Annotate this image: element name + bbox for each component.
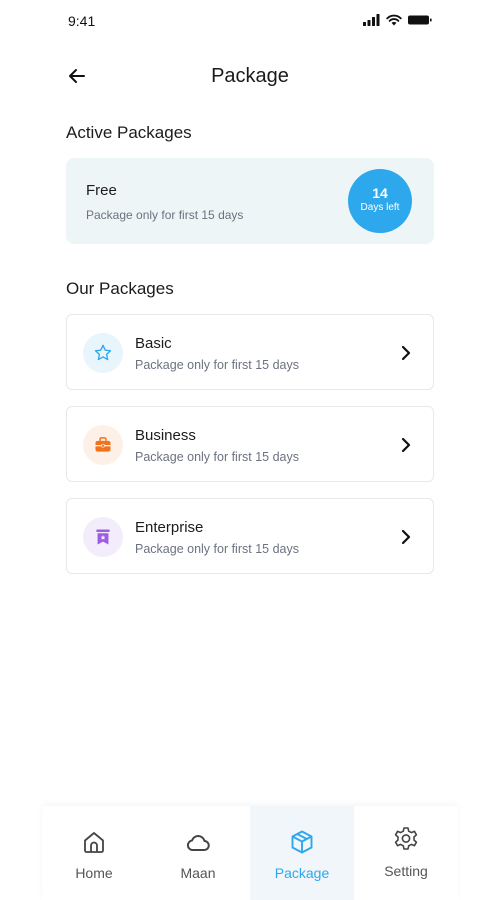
package-description: Package only for first 15 days [135, 358, 299, 372]
nav-label-home: Home [75, 865, 113, 881]
nav-label-maan: Maan [180, 865, 216, 881]
nav-item-maan[interactable]: Maan [146, 806, 250, 900]
chevron-right-icon [401, 437, 411, 453]
active-package-card[interactable]: Free Package only for first 15 days 14 D… [66, 158, 434, 244]
phone-screen: 9:41 Package Active Packages Free Packag… [42, 0, 458, 900]
status-icons [363, 14, 432, 26]
package-description: Package only for first 15 days [135, 542, 299, 556]
box-icon [291, 830, 313, 854]
package-name: Enterprise [135, 519, 204, 536]
nav-item-home[interactable]: Home [42, 806, 146, 900]
active-packages-heading: Active Packages [66, 123, 192, 142]
home-icon [84, 832, 104, 853]
active-package-description: Package only for first 15 days [86, 208, 244, 222]
page-title: Package [211, 65, 289, 87]
nav-item-package[interactable]: Package [250, 806, 354, 900]
package-item-enterprise[interactable]: Enterprise Package only for first 15 day… [66, 498, 434, 574]
nav-label-package: Package [274, 865, 330, 881]
status-bar: 9:41 [42, 0, 458, 44]
wifi-icon [386, 14, 402, 26]
package-item-basic[interactable]: Basic Package only for first 15 days [66, 314, 434, 390]
our-packages-heading: Our Packages [66, 279, 174, 298]
days-left-badge: 14 Days left [348, 169, 412, 233]
package-name: Basic [135, 335, 172, 352]
bookmark-icon [83, 517, 123, 557]
nav-label-setting: Setting [384, 863, 428, 879]
bottom-navigation: Home Maan Package Setting [42, 806, 458, 900]
cloud-icon [186, 835, 210, 851]
nav-item-setting[interactable]: Setting [354, 806, 458, 900]
header: Package [42, 56, 458, 96]
status-time: 9:41 [68, 13, 96, 29]
chevron-right-icon [401, 345, 411, 361]
briefcase-icon [83, 425, 123, 465]
battery-icon [408, 15, 432, 25]
active-package-name: Free [86, 182, 117, 199]
chevron-right-icon [401, 529, 411, 545]
star-icon [83, 333, 123, 373]
package-item-business[interactable]: Business Package only for first 15 days [66, 406, 434, 482]
days-left-label: Days left [360, 202, 400, 213]
package-description: Package only for first 15 days [135, 450, 299, 464]
gear-icon [394, 827, 418, 850]
package-name: Business [135, 427, 196, 444]
signal-icon [363, 14, 380, 26]
days-left-number: 14 [372, 185, 388, 201]
